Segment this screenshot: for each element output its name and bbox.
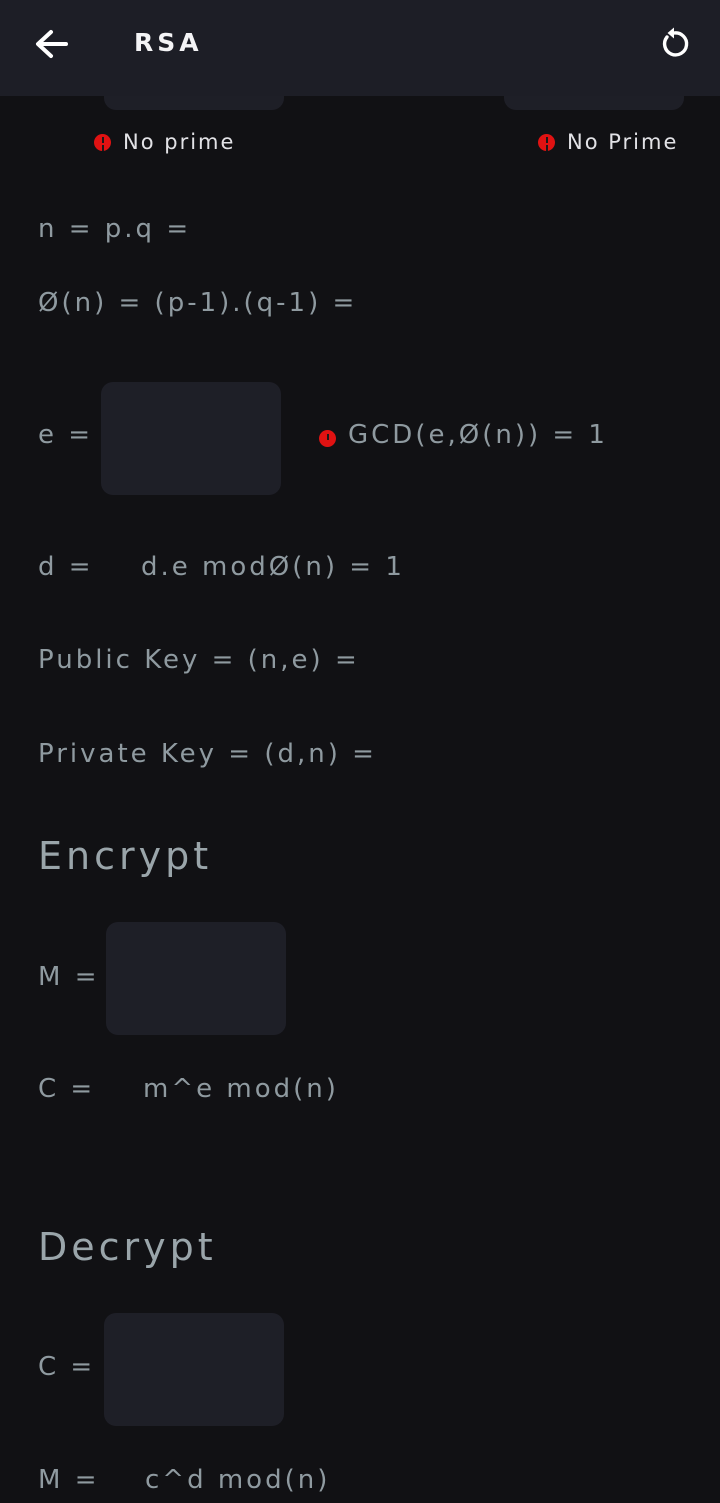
n-formula: n = p.q = xyxy=(38,214,192,244)
decrypt-m-formula: c^d mod(n) xyxy=(145,1465,331,1495)
d-condition: d.e modØ(n) = 1 xyxy=(141,552,405,582)
error-icon xyxy=(94,133,111,151)
encrypt-m-label: M = xyxy=(38,962,100,992)
error-icon xyxy=(538,133,555,151)
app-bar: RSA xyxy=(0,0,720,96)
decrypt-m-label: M = xyxy=(38,1465,100,1495)
e-condition: GCD(e,Ø(n)) = 1 xyxy=(348,420,608,450)
e-label: e = xyxy=(38,420,94,450)
encrypt-c-formula: m^e mod(n) xyxy=(143,1074,339,1104)
p-prime-status: No prime xyxy=(94,130,235,154)
decrypt-c-label: C = xyxy=(38,1352,96,1382)
back-button[interactable] xyxy=(32,26,72,62)
decrypt-c-input[interactable] xyxy=(104,1313,284,1426)
d-label: d = xyxy=(38,552,94,582)
q-prime-status: No Prime xyxy=(538,130,678,154)
page-title: RSA xyxy=(134,28,203,57)
refresh-icon xyxy=(662,27,689,57)
decrypt-heading: Decrypt xyxy=(38,1225,217,1269)
reset-button[interactable] xyxy=(656,26,692,62)
arrow-left-icon xyxy=(36,30,68,58)
encrypt-c-label: C = xyxy=(38,1074,96,1104)
error-icon xyxy=(319,430,336,447)
e-input[interactable] xyxy=(101,382,281,495)
encrypt-m-input[interactable] xyxy=(106,922,286,1035)
public-key: Public Key = (n,e) = xyxy=(38,645,360,675)
phi-formula: Ø(n) = (p-1).(q-1) = xyxy=(38,288,358,318)
encrypt-heading: Encrypt xyxy=(38,834,213,878)
p-status-text: No prime xyxy=(123,130,236,154)
q-status-text: No Prime xyxy=(567,130,679,154)
private-key: Private Key = (d,n) = xyxy=(38,739,377,769)
rsa-screen: RSA No prime No Prime n = p.q = Ø(n) = (… xyxy=(0,0,720,1503)
